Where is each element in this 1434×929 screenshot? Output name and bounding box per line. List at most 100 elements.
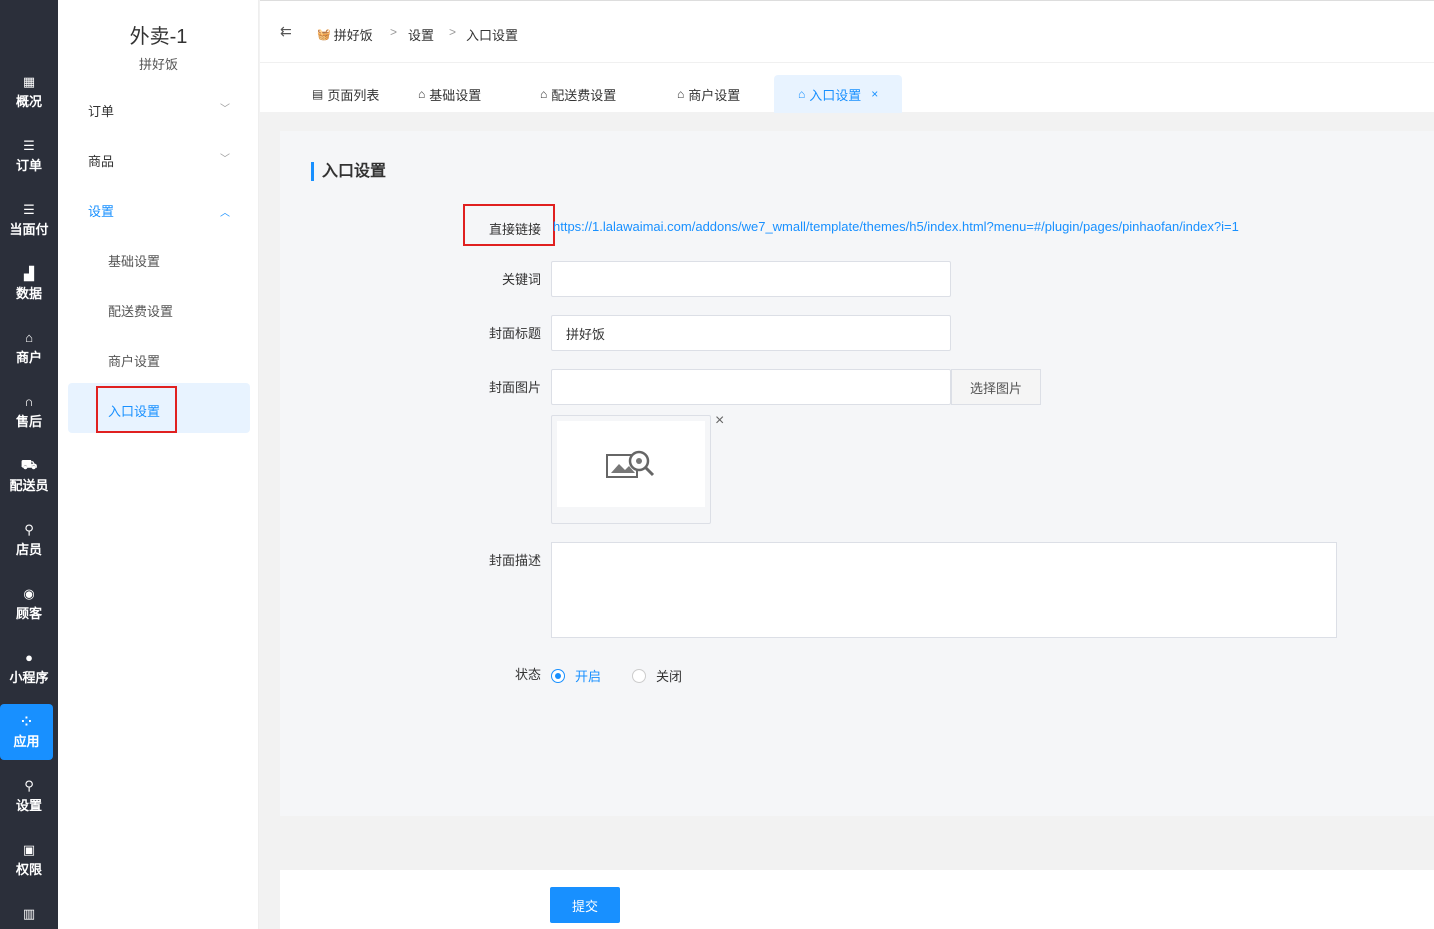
- user-circle-icon: ◉: [23, 585, 35, 601]
- nav-item-label: 当面付: [9, 221, 49, 237]
- nav-item-1[interactable]: ☰ 订单: [0, 128, 58, 184]
- wechat-icon: ●: [25, 650, 33, 665]
- dashboard-icon: ▦: [22, 73, 36, 89]
- tab-label: 基础设置: [429, 87, 482, 103]
- status-label: 状态: [514, 667, 541, 682]
- store-name: 外卖-1: [129, 26, 188, 48]
- nav-item-0[interactable]: ▦ 概况: [0, 64, 58, 120]
- nav-item-2[interactable]: ☰ 当面付: [0, 192, 58, 248]
- chevron-down-icon[interactable]: ﹀: [220, 100, 230, 115]
- tab-merchant-settings[interactable]: ⌂ 商户设置: [677, 75, 740, 113]
- keyword-label: 关键词: [501, 272, 541, 287]
- sub-nav-item-merchant[interactable]: 商户设置: [108, 351, 160, 370]
- lock-icon: ▣: [22, 841, 36, 857]
- section-title: 入口设置: [311, 162, 386, 181]
- tab-label: 配送费设置: [551, 87, 617, 103]
- page-list-icon: ▤: [312, 87, 324, 101]
- nav-item-7[interactable]: ⚲ 店员: [0, 512, 58, 568]
- radio-dot: [551, 668, 565, 683]
- cover-desc-label: 封面描述: [488, 553, 541, 568]
- list-icon: ☰: [23, 201, 35, 217]
- submit-button[interactable]: 提交: [550, 887, 620, 923]
- top-bar: ⇇ 🧺 拼好饭 > 设置 > 入口设置: [260, 0, 1434, 62]
- direct-link-value[interactable]: https://1.lalawaimai.com/addons/we7_wmal…: [553, 219, 1239, 234]
- nav-item-label: 商户: [15, 349, 42, 365]
- basket-icon: 🧺: [317, 29, 331, 41]
- form-footer: [280, 870, 1434, 929]
- tab-page-list[interactable]: ▤ 页面列表: [312, 75, 379, 113]
- sub-nav-item-basic[interactable]: 基础设置: [108, 251, 160, 270]
- nav-item-label: 店员: [15, 541, 42, 557]
- bar-chart-icon: ▟: [24, 265, 34, 281]
- user-icon: ⚲: [24, 521, 34, 537]
- basket-icon: ⌂: [418, 87, 426, 101]
- basket-icon: ⌂: [677, 87, 685, 101]
- nav-item-8[interactable]: ◉ 顾客: [0, 576, 58, 632]
- sub-nav-item-delivery-fee[interactable]: 配送费设置: [108, 301, 173, 320]
- nav-item-label: 小程序: [9, 669, 49, 685]
- status-on-label: 开启: [575, 669, 602, 684]
- tab-entry-settings[interactable]: ⌂ 入口设置 ×: [774, 75, 903, 113]
- select-image-button[interactable]: 选择图片: [951, 369, 1041, 405]
- settings-user-icon: ⚲: [24, 777, 34, 793]
- breadcrumb-label: 拼好饭: [333, 28, 373, 43]
- image-preview: [551, 415, 711, 524]
- nav-item-label: 配送员: [9, 477, 49, 493]
- nav-item-10[interactable]: ⁘ 应用: [0, 704, 53, 760]
- collapse-menu-icon[interactable]: ⇇: [280, 23, 292, 40]
- nav-item-label: 订单: [15, 157, 42, 173]
- nav-item-6[interactable]: ⛟ 配送员: [0, 448, 58, 504]
- chevron-down-icon[interactable]: ﹀: [220, 150, 230, 165]
- store-subtitle: 拼好饭: [138, 57, 178, 72]
- nav-item-label: 设置: [15, 797, 42, 813]
- cover-image-label: 封面图片: [488, 380, 541, 395]
- headset-icon: ∩: [24, 394, 34, 409]
- remove-image-icon[interactable]: ×: [715, 412, 724, 430]
- nav-item-12[interactable]: ▣ 权限: [0, 832, 58, 888]
- sub-sidebar: 外卖-1 拼好饭 订单 ﹀ 商品 ﹀ 设置 ︿ 基础设置 配送费设置 商户设置 …: [58, 0, 259, 929]
- report-icon: ▥: [22, 905, 36, 921]
- sub-nav-group-orders[interactable]: 订单: [88, 101, 114, 120]
- chevron-up-icon[interactable]: ︿: [220, 204, 230, 219]
- status-off-label: 关闭: [656, 669, 683, 684]
- image-placeholder: [557, 421, 705, 507]
- tab-label: 页面列表: [327, 87, 380, 103]
- breadcrumb-item-settings[interactable]: 设置: [408, 25, 434, 44]
- nav-item-4[interactable]: ⌂ 商户: [0, 320, 58, 376]
- nav-item-3[interactable]: ▟ 数据: [0, 256, 58, 312]
- tab-bar: ▤ 页面列表 ⌂ 基础设置 ⌂ 配送费设置 ⌂ 商户设置 ⌂ 入口设置 ×: [260, 62, 1434, 113]
- tab-delivery-fee[interactable]: ⌂ 配送费设置: [540, 75, 616, 113]
- breadcrumb-item-store[interactable]: 🧺 拼好饭: [317, 25, 373, 44]
- nav-item-5[interactable]: ∩ 售后: [0, 384, 58, 440]
- list-icon: ☰: [23, 137, 35, 153]
- tab-label: 商户设置: [688, 87, 741, 103]
- tab-basic-settings[interactable]: ⌂ 基础设置: [418, 75, 481, 113]
- highlight-box: [463, 204, 555, 246]
- nav-item-9[interactable]: ● 小程序: [0, 640, 58, 696]
- nav-item-11[interactable]: ⚲ 设置: [0, 768, 58, 824]
- highlight-box: [96, 386, 177, 433]
- cover-image-input[interactable]: [551, 369, 951, 405]
- close-tab-icon[interactable]: ×: [871, 87, 878, 101]
- cover-title-label: 封面标题: [488, 326, 541, 341]
- status-off-radio[interactable]: 关闭: [632, 666, 682, 685]
- nav-item-label: 概况: [15, 93, 42, 109]
- nav-item-label: 售后: [15, 413, 42, 429]
- sub-nav-group-settings[interactable]: 设置: [88, 201, 114, 220]
- basket-icon: ⌂: [798, 87, 806, 101]
- cover-title-input[interactable]: 拼好饭: [551, 315, 951, 351]
- sub-nav-group-goods[interactable]: 商品: [88, 151, 114, 170]
- image-search-icon: [606, 450, 655, 478]
- status-on-radio[interactable]: 开启: [551, 666, 601, 685]
- nav-item-label: 数据: [15, 285, 42, 301]
- scooter-icon: ⛟: [20, 456, 38, 472]
- breadcrumb-separator: >: [449, 25, 457, 39]
- breadcrumb-separator: >: [390, 25, 398, 39]
- tab-label: 入口设置: [809, 87, 862, 103]
- cover-desc-textarea[interactable]: [551, 542, 1337, 638]
- keyword-input[interactable]: [551, 261, 951, 297]
- nav-item-report[interactable]: ▥: [0, 900, 58, 929]
- basket-icon: ⌂: [540, 87, 548, 101]
- nav-item-label: 权限: [15, 861, 42, 877]
- breadcrumb-item-current: 入口设置: [466, 28, 519, 43]
